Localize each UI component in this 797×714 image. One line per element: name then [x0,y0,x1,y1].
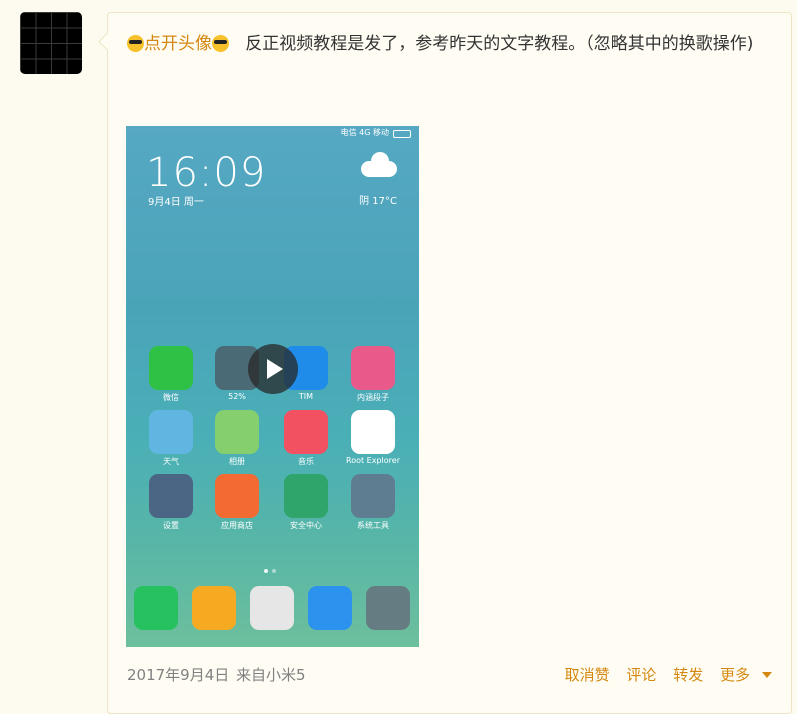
dock-app-icon[interactable] [134,586,178,630]
comment-button[interactable]: 评论 [626,666,656,684]
battery-icon [393,130,411,138]
app-icon[interactable]: 系统工具 [344,474,402,531]
app-label: 系统工具 [357,521,389,530]
caret-down-icon [762,672,772,678]
avatar-link[interactable]: 点开头像 [144,34,212,54]
app-icon[interactable]: 设置 [142,474,200,531]
post-body: 反正视频教程是发了，参考昨天的文字教程。（忽略其中的换歌操作) [245,34,754,54]
post-card: 点开头像 反正视频教程是发了，参考昨天的文字教程。（忽略其中的换歌操作) 电信 … [107,12,792,714]
app-label: 设置 [163,521,179,530]
app-label: 微信 [163,393,179,402]
repost-button[interactable]: 转发 [673,666,703,684]
post-source: 来自小米5 [236,666,306,684]
cloud-icon [359,152,399,177]
app-label: 52% [228,392,246,401]
app-tile [284,474,328,518]
app-icon[interactable]: 内涵段子 [344,346,402,403]
app-icon[interactable]: 相册 [208,410,266,467]
app-tile [215,474,259,518]
phone-status-bar: 电信 4G 移动 [126,126,419,140]
app-icon[interactable]: Root Explorer [344,410,402,465]
app-tile [149,474,193,518]
app-tile [351,346,395,390]
page-dots [262,558,278,577]
app-icon[interactable]: 音乐 [277,410,335,467]
play-button[interactable] [248,344,298,394]
post-actions: 取消赞 评论 转发 更多 [553,664,772,685]
app-icon[interactable]: 安全中心 [277,474,335,531]
clock-date: 9月4日 周一 [148,197,204,208]
post-text: 点开头像 反正视频教程是发了，参考昨天的文字教程。（忽略其中的换歌操作) [127,30,767,58]
dock-app-icon[interactable] [366,586,410,630]
more-button[interactable]: 更多 [720,666,772,684]
app-icon[interactable]: 应用商店 [208,474,266,531]
clock-time: 16:09 [146,150,267,196]
app-label: 音乐 [298,457,314,466]
app-label: 相册 [229,457,245,466]
app-tile [351,410,395,454]
app-label: 安全中心 [290,521,322,530]
dock-app-icon[interactable] [192,586,236,630]
app-label: TIM [298,392,314,401]
app-label: Root Explorer [346,456,400,465]
more-label: 更多 [719,666,750,684]
dock-app-icon[interactable] [250,586,294,630]
app-tile [149,410,193,454]
status-carrier: 电信 4G 移动 [340,128,389,137]
app-label: 天气 [163,457,179,466]
app-icon[interactable]: 天气 [142,410,200,467]
avatar[interactable] [20,12,82,74]
app-tile [284,410,328,454]
app-tile [215,410,259,454]
app-label: 内涵段子 [357,393,389,402]
cool-emoji-icon [127,35,144,52]
video-player[interactable]: 电信 4G 移动 16:09 9月4日 周一 阴 17°C 微信 52% TIM 内涵… [126,126,419,647]
app-tile [351,474,395,518]
unlike-button[interactable]: 取消赞 [565,666,610,684]
app-label: 应用商店 [221,521,253,530]
post-date[interactable]: 2017年9月4日 [127,664,229,685]
weather-text: 阴 17°C [359,196,397,207]
dock-app-icon[interactable] [308,586,352,630]
app-icon[interactable]: 微信 [142,346,200,403]
app-tile [149,346,193,390]
cool-emoji-icon [212,35,229,52]
